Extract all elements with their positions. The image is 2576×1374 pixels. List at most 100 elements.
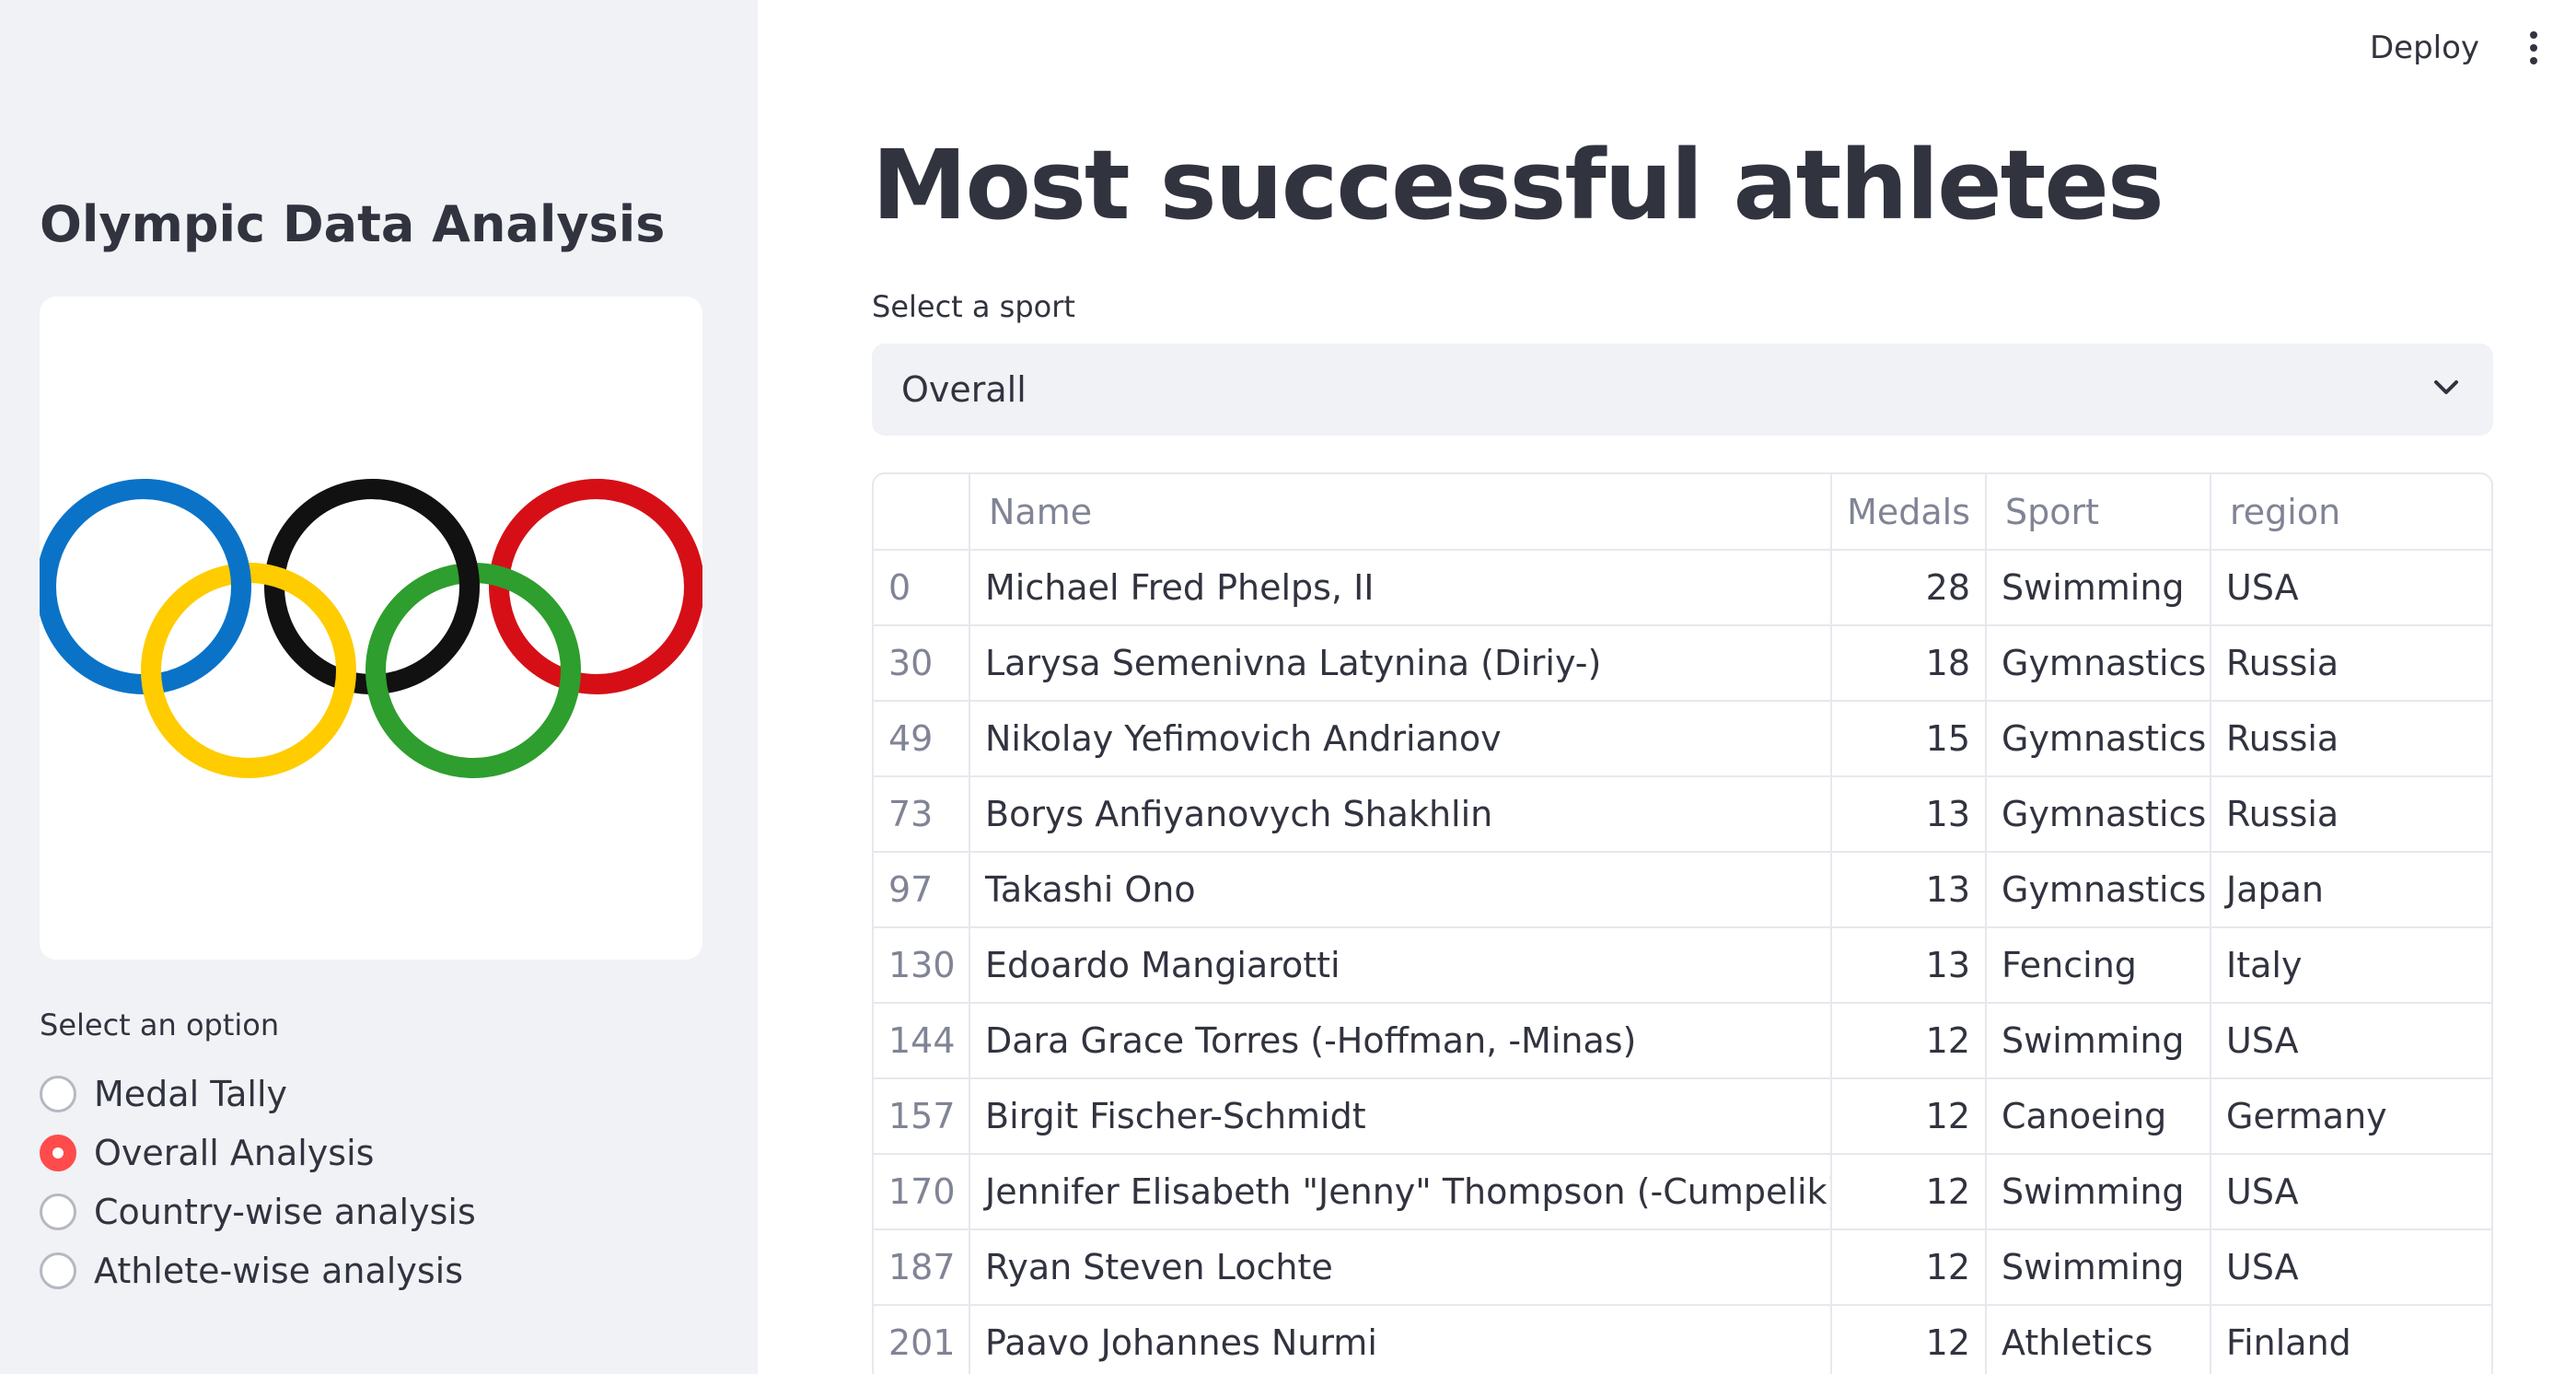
row-index-cell[interactable]: 157: [874, 1078, 970, 1155]
deploy-button[interactable]: Deploy: [2357, 26, 2492, 70]
region-cell[interactable]: Russia: [2210, 625, 2491, 702]
medals-cell[interactable]: 15: [1831, 701, 1987, 777]
table-row[interactable]: 144 Dara Grace Torres (-Hoffman, -Minas) 1…: [874, 1003, 2491, 1079]
medals-cell[interactable]: 12: [1831, 1003, 1987, 1079]
table-row[interactable]: 73 Borys Anfiyanovych Shakhlin 13 Gymnastic…: [874, 776, 2491, 853]
column-header-region[interactable]: region: [2210, 474, 2491, 551]
kebab-menu-icon[interactable]: [2515, 28, 2552, 68]
region-cell[interactable]: USA: [2210, 1229, 2491, 1306]
row-index-cell[interactable]: 30: [874, 625, 970, 702]
medals-cell[interactable]: 13: [1831, 776, 1987, 853]
name-cell[interactable]: Nikolay Yefimovich Andrianov: [969, 701, 1832, 777]
name-cell[interactable]: Edoardo Mangiarotti: [969, 927, 1832, 1004]
region-cell[interactable]: Italy: [2210, 927, 2491, 1004]
medals-cell[interactable]: 13: [1831, 927, 1987, 1004]
radio-option-label: Overall Analysis: [94, 1133, 375, 1173]
sport-cell[interactable]: Canoeing: [1986, 1078, 2211, 1155]
radio-option-overall-analysis[interactable]: Overall Analysis: [40, 1127, 374, 1179]
row-index-cell[interactable]: 97: [874, 852, 970, 928]
medals-cell[interactable]: 12: [1831, 1305, 1987, 1374]
radio-option-athlete-wise-analysis[interactable]: Athlete-wise analysis: [40, 1245, 463, 1297]
region-cell[interactable]: Japan: [2210, 852, 2491, 928]
row-index-cell[interactable]: 130: [874, 927, 970, 1004]
radio-option-medal-tally[interactable]: Medal Tally: [40, 1068, 287, 1120]
radio-button[interactable]: [40, 1252, 76, 1289]
table-row[interactable]: 49 Nikolay Yefimovich Andrianov 15 Gymnasti…: [874, 701, 2491, 777]
region-cell[interactable]: Germany: [2210, 1078, 2491, 1155]
medals-cell[interactable]: 18: [1831, 625, 1987, 702]
radio-option-label: Athlete-wise analysis: [94, 1251, 463, 1291]
region-cell[interactable]: USA: [2210, 550, 2491, 626]
sport-cell[interactable]: Athletics: [1986, 1305, 2211, 1374]
page-title: Most successful athletes: [872, 129, 2164, 241]
region-cell[interactable]: Finland: [2210, 1305, 2491, 1374]
table-row[interactable]: 187 Ryan Steven Lochte 12 Swimming USA: [874, 1229, 2491, 1306]
table-row[interactable]: 97 Takashi Ono 13 Gymnastics Japan: [874, 852, 2491, 928]
table-row[interactable]: 170 Jennifer Elisabeth "Jenny" Thompson (…: [874, 1154, 2491, 1230]
column-header-medals[interactable]: Medals: [1831, 474, 1987, 551]
sidebar-title: Olympic Data Analysis: [40, 195, 666, 253]
radio-button[interactable]: [40, 1076, 76, 1112]
column-header-index[interactable]: [874, 474, 970, 551]
radio-option-label: Medal Tally: [94, 1074, 288, 1114]
sport-cell[interactable]: Swimming: [1986, 550, 2211, 626]
row-index-cell[interactable]: 201: [874, 1305, 970, 1374]
menu-dot: [2530, 57, 2537, 64]
name-cell[interactable]: Michael Fred Phelps, II: [969, 550, 1832, 626]
menu-dot: [2530, 31, 2537, 39]
medals-cell[interactable]: 12: [1831, 1229, 1987, 1306]
row-index-cell[interactable]: 144: [874, 1003, 970, 1079]
name-cell[interactable]: Borys Anfiyanovych Shakhlin: [969, 776, 1832, 853]
name-cell[interactable]: Dara Grace Torres (-Hoffman, -Minas): [969, 1003, 1832, 1079]
sport-select[interactable]: Overall: [872, 344, 2493, 436]
table-row[interactable]: 0 Michael Fred Phelps, II 28 Swimming USA: [874, 550, 2491, 626]
sport-cell[interactable]: Swimming: [1986, 1229, 2211, 1306]
sport-select-value: Overall: [901, 369, 1027, 410]
region-cell[interactable]: Russia: [2210, 701, 2491, 777]
medals-cell[interactable]: 12: [1831, 1078, 1987, 1155]
table-row[interactable]: 130 Edoardo Mangiarotti 13 Fencing Italy: [874, 927, 2491, 1004]
table-body: 0 Michael Fred Phelps, II 28 Swimming USA 30 L…: [874, 550, 2491, 1374]
region-cell[interactable]: USA: [2210, 1003, 2491, 1079]
row-index-cell[interactable]: 170: [874, 1154, 970, 1230]
sport-cell[interactable]: Gymnastics: [1986, 776, 2211, 853]
name-cell[interactable]: Jennifer Elisabeth "Jenny" Thompson (-Cu…: [969, 1154, 1832, 1230]
chevron-down-icon: [2434, 380, 2458, 394]
olympic-rings-logo: [40, 479, 702, 778]
column-header-sport[interactable]: Sport: [1986, 474, 2211, 551]
sport-cell[interactable]: Gymnastics: [1986, 625, 2211, 702]
name-cell[interactable]: Paavo Johannes Nurmi: [969, 1305, 1832, 1374]
radio-option-country-wise-analysis[interactable]: Country-wise analysis: [40, 1186, 476, 1238]
medals-cell[interactable]: 12: [1831, 1154, 1987, 1230]
radio-group-label: Select an option: [40, 1007, 280, 1042]
name-cell[interactable]: Takashi Ono: [969, 852, 1832, 928]
row-index-cell[interactable]: 49: [874, 701, 970, 777]
radio-button-selected[interactable]: [40, 1135, 76, 1171]
region-cell[interactable]: USA: [2210, 1154, 2491, 1230]
table-row[interactable]: 30 Larysa Semenivna Latynina (Diriy-) 18 Gy…: [874, 625, 2491, 702]
region-cell[interactable]: Russia: [2210, 776, 2491, 853]
medals-cell[interactable]: 13: [1831, 852, 1987, 928]
sport-cell[interactable]: Swimming: [1986, 1154, 2211, 1230]
row-index-cell[interactable]: 187: [874, 1229, 970, 1306]
table-row[interactable]: 201 Paavo Johannes Nurmi 12 Athletics Finlan…: [874, 1305, 2491, 1374]
sport-cell[interactable]: Fencing: [1986, 927, 2211, 1004]
radio-option-label: Country-wise analysis: [94, 1192, 476, 1232]
column-header-name[interactable]: Name: [969, 474, 1832, 551]
sport-cell[interactable]: Gymnastics: [1986, 701, 2211, 777]
sport-cell[interactable]: Swimming: [1986, 1003, 2211, 1079]
medals-cell[interactable]: 28: [1831, 550, 1987, 626]
name-cell[interactable]: Larysa Semenivna Latynina (Diriy-): [969, 625, 1832, 702]
name-cell[interactable]: Ryan Steven Lochte: [969, 1229, 1832, 1306]
table-header-row: Name Medals Sport region: [874, 474, 2491, 551]
radio-button[interactable]: [40, 1194, 76, 1230]
name-cell[interactable]: Birgit Fischer-Schmidt: [969, 1078, 1832, 1155]
sport-cell[interactable]: Gymnastics: [1986, 852, 2211, 928]
sidebar: Olympic Data Analysis Select an option M…: [0, 0, 758, 1374]
row-index-cell[interactable]: 0: [874, 550, 970, 626]
table-row[interactable]: 157 Birgit Fischer-Schmidt 12 Canoeing Germa…: [874, 1078, 2491, 1155]
menu-dot: [2530, 44, 2537, 52]
row-index-cell[interactable]: 73: [874, 776, 970, 853]
sport-select-label: Select a sport: [872, 289, 1075, 324]
athletes-table[interactable]: Name Medals Sport region 0 Michael Fred P…: [872, 472, 2493, 1374]
